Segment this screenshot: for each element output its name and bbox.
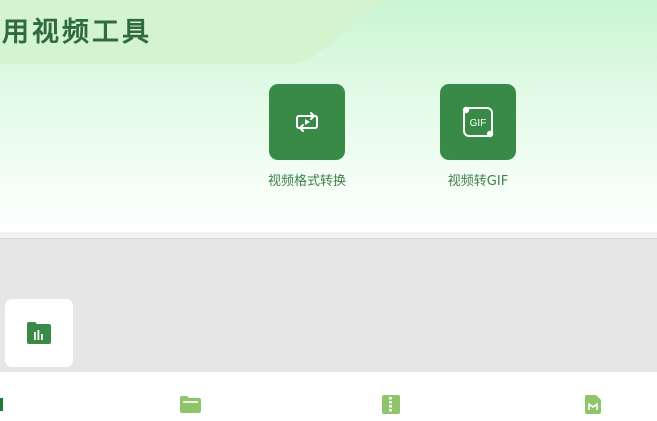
nav-item-folder[interactable] [179,394,202,418]
section-title: 常用视频工具 [0,17,152,48]
markdown-file-icon [585,395,601,414]
nav-item-archive[interactable] [381,394,401,419]
gif-icon-text: GIF [470,118,487,129]
zip-archive-icon [382,395,400,414]
video-convert-tile[interactable] [269,84,345,160]
nav-active-indicator[interactable] [0,398,3,411]
bottom-navigation [0,372,657,421]
stats-card[interactable] [5,299,73,367]
folder-chart-icon [27,322,51,344]
video-convert-icon [296,112,318,132]
tool-label: 视频转GIF [447,174,509,189]
folder-icon [180,396,201,413]
tool-video-format-convert[interactable]: 视频格式转换 [252,84,362,189]
nav-item-document[interactable] [584,394,602,419]
tool-video-to-gif[interactable]: GIF 视频转GIF [423,84,533,189]
section-header: 常用视频工具 [0,0,420,64]
gif-icon: GIF [462,106,494,138]
tools-panel: 常用视频工具 视频格式转换 GIF 视频转GIF [0,0,657,232]
tool-label: 视频格式转换 [267,174,346,189]
section-divider [0,232,657,239]
video-gif-tile[interactable]: GIF [440,84,516,160]
